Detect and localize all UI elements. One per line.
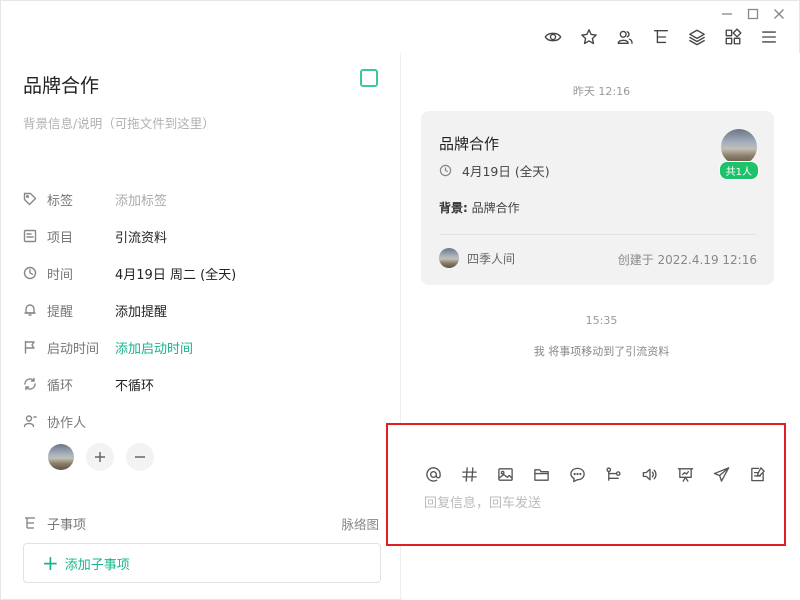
- divider: [439, 234, 756, 235]
- reply-toolbar: [424, 465, 766, 483]
- menu-icon[interactable]: [759, 27, 779, 47]
- mention-icon[interactable]: [424, 465, 442, 483]
- background-label: 背景:: [439, 201, 468, 215]
- task-detail-pane: 品牌合作 背景信息/说明（可拖文件到这里） 标签 添加标签 项目 引流资料 时间…: [1, 53, 401, 600]
- apps-icon[interactable]: [723, 27, 743, 47]
- reminder-row[interactable]: 提醒 添加提醒: [23, 298, 167, 322]
- activity-message: 我 将事项移动到了引流资料: [533, 345, 670, 358]
- repeat-icon: [23, 377, 37, 391]
- project-icon: [23, 229, 37, 243]
- task-card[interactable]: 品牌合作 4月19日 (全天) 共1人 背景: 品牌合作 四季人间 创建于 20…: [421, 111, 774, 285]
- image-icon[interactable]: [496, 465, 514, 483]
- bell-icon: [23, 303, 37, 317]
- collaborator-list: [48, 443, 154, 471]
- created-at: 创建于 2022.4.19 12:16: [617, 253, 757, 267]
- avatar[interactable]: [721, 129, 757, 165]
- add-collaborator-button[interactable]: [86, 443, 114, 471]
- voice-icon[interactable]: [640, 465, 658, 483]
- reminder-label: 提醒: [47, 304, 74, 320]
- card-background: 背景: 品牌合作: [439, 199, 520, 216]
- start-time-label: 启动时间: [47, 341, 100, 357]
- repeat-value[interactable]: 不循环: [115, 375, 154, 394]
- edit-note-icon[interactable]: [748, 465, 766, 483]
- reminder-value[interactable]: 添加提醒: [115, 301, 167, 320]
- owner-name: 四季人间: [467, 251, 516, 266]
- timestamp: 15:35: [585, 314, 618, 327]
- start-time-row[interactable]: 启动时间 添加启动时间: [23, 335, 193, 359]
- avatar[interactable]: [48, 444, 74, 470]
- subtask-icon: [23, 516, 37, 530]
- complete-checkbox[interactable]: [360, 69, 378, 87]
- time-label: 时间: [47, 267, 74, 283]
- top-toolbar: [543, 27, 779, 47]
- send-icon[interactable]: [712, 465, 730, 483]
- user-add-icon: [23, 414, 37, 428]
- repeat-row[interactable]: 循环 不循环: [23, 372, 154, 396]
- tag-icon: [23, 192, 37, 206]
- card-date: 4月19日 (全天): [439, 161, 550, 180]
- tag-row[interactable]: 标签 添加标签: [23, 187, 167, 211]
- eye-icon[interactable]: [543, 27, 563, 47]
- presentation-icon[interactable]: [676, 465, 694, 483]
- app-window: 品牌合作 背景信息/说明（可拖文件到这里） 标签 添加标签 项目 引流资料 时间…: [0, 0, 800, 600]
- project-row[interactable]: 项目 引流资料: [23, 224, 167, 248]
- subtask-header: 子事项 脉络图: [23, 512, 379, 534]
- close-icon[interactable]: [771, 6, 787, 22]
- repeat-label: 循环: [47, 378, 74, 394]
- minimize-icon[interactable]: [719, 6, 735, 22]
- description-field[interactable]: 背景信息/说明（可拖文件到这里）: [23, 113, 215, 132]
- clock-icon: [439, 164, 452, 177]
- mindmap-link[interactable]: 脉络图: [341, 514, 379, 533]
- card-date-text: 4月19日 (全天): [462, 164, 550, 179]
- layers-icon[interactable]: [687, 27, 707, 47]
- hashtag-icon[interactable]: [460, 465, 478, 483]
- plus-icon: +: [42, 551, 59, 575]
- start-time-value[interactable]: 添加启动时间: [115, 338, 193, 357]
- project-value[interactable]: 引流资料: [115, 227, 167, 246]
- project-label: 项目: [47, 230, 74, 246]
- collaborators-row: 协作人: [23, 409, 115, 433]
- users-icon[interactable]: [615, 27, 635, 47]
- maximize-icon[interactable]: [745, 6, 761, 22]
- card-owner: 四季人间: [439, 248, 515, 268]
- time-value[interactable]: 4月19日 周二 (全天): [115, 264, 236, 283]
- card-title: 品牌合作: [439, 135, 500, 153]
- chat-icon[interactable]: [568, 465, 586, 483]
- add-subtask-label: 添加子事项: [64, 557, 130, 573]
- timestamp: 昨天 12:16: [572, 85, 631, 98]
- background-value: 品牌合作: [471, 201, 520, 215]
- star-icon[interactable]: [579, 27, 599, 47]
- time-row[interactable]: 时间 4月19日 周二 (全天): [23, 261, 236, 285]
- flag-icon: [23, 340, 37, 354]
- tree-icon[interactable]: [651, 27, 671, 47]
- task-title[interactable]: 品牌合作: [23, 71, 99, 98]
- tag-value[interactable]: 添加标签: [115, 190, 167, 209]
- activity-pane: 昨天 12:16 品牌合作 4月19日 (全天) 共1人 背景: 品牌合作 四季…: [386, 53, 800, 600]
- reply-input[interactable]: [424, 491, 764, 515]
- subtask-label: 子事项: [47, 517, 87, 533]
- add-subtask-button[interactable]: + 添加子事项: [23, 543, 381, 583]
- flow-icon[interactable]: [604, 465, 622, 483]
- collaborators-label: 协作人: [47, 415, 87, 431]
- folder-icon[interactable]: [532, 465, 550, 483]
- avatar: [439, 248, 459, 268]
- tag-label: 标签: [47, 193, 74, 209]
- window-controls: [719, 6, 787, 22]
- clock-icon: [23, 266, 37, 280]
- member-count-badge: 共1人: [718, 161, 759, 180]
- reply-box: [386, 423, 786, 546]
- remove-collaborator-button[interactable]: [126, 443, 154, 471]
